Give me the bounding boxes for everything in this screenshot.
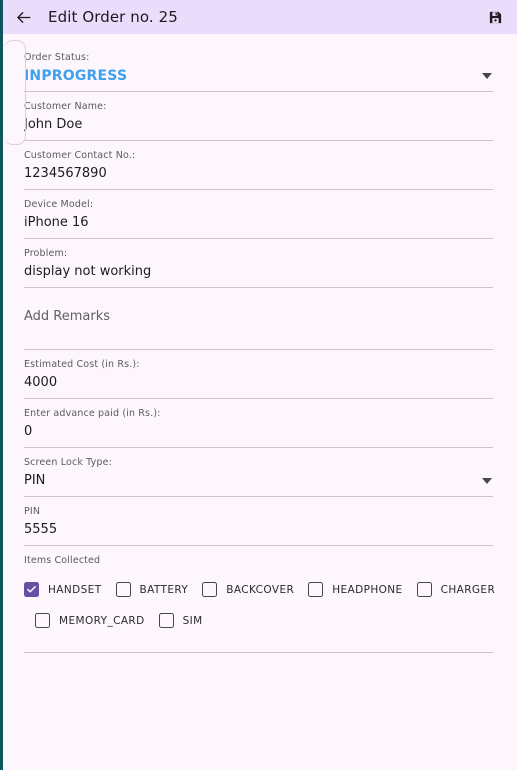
- field-label-screen-lock-type: Screen Lock Type:: [24, 457, 112, 468]
- field-customer-contact[interactable]: Customer Contact No.: 1234567890: [24, 141, 493, 190]
- checkbox-item-headphone[interactable]: HEADPHONE: [308, 582, 402, 597]
- checkbox-item-charger[interactable]: CHARGER: [416, 582, 496, 597]
- checkbox-unchecked-icon[interactable]: [35, 613, 50, 628]
- field-problem[interactable]: Problem: display not working: [24, 239, 493, 288]
- field-label-customer-name: Customer Name:: [24, 101, 107, 112]
- screen-lock-type-row[interactable]: PIN: [24, 469, 493, 496]
- items-checkbox-row-1: HANDSET BATTERY BACKCOVER HEADPHONE CHARGER: [24, 574, 496, 605]
- screen-lock-type-value[interactable]: PIN: [24, 469, 473, 496]
- device-model-row[interactable]: iPhone 16: [24, 211, 493, 238]
- screen-edge-strip: [0, 0, 3, 770]
- checkbox-checked-icon[interactable]: [24, 582, 39, 597]
- top-spacer: [0, 34, 517, 43]
- field-label-problem: Problem:: [24, 248, 68, 259]
- items-collected-section: Items Collected HANDSET BATTERY BACKCOVER H…: [24, 546, 496, 653]
- checkbox-item-battery[interactable]: BATTERY: [115, 582, 189, 597]
- checkbox-label: HEADPHONE: [332, 583, 403, 596]
- app-bar: Edit Order no. 25: [0, 0, 517, 34]
- field-label-estimated-cost: Estimated Cost (in Rs.):: [24, 359, 140, 370]
- field-screen-lock-type[interactable]: Screen Lock Type: PIN: [24, 448, 493, 497]
- checkbox-unchecked-icon[interactable]: [115, 582, 131, 597]
- field-label-advance-paid: Enter advance paid (in Rs.):: [24, 408, 161, 419]
- customer-contact-input[interactable]: 1234567890: [24, 162, 493, 189]
- checkbox-item-handset[interactable]: HANDSET: [24, 582, 102, 597]
- checkbox-unchecked-icon[interactable]: [416, 582, 432, 597]
- checkbox-item-sim[interactable]: SIM: [158, 613, 203, 628]
- checkbox-unchecked-icon[interactable]: [202, 582, 218, 597]
- advance-paid-input[interactable]: 0: [24, 420, 493, 447]
- field-order-status[interactable]: Order Status: INPROGRESS: [24, 43, 493, 92]
- chevron-down-icon[interactable]: [481, 70, 493, 82]
- field-label-order-status: Order Status:: [24, 52, 90, 63]
- pin-row[interactable]: 5555: [24, 518, 493, 545]
- arrow-left-icon: [14, 8, 33, 27]
- customer-name-input[interactable]: John Doe: [24, 113, 493, 140]
- items-checkbox-row-2: MEMORY_CARD SIM: [24, 605, 493, 636]
- save-button[interactable]: [482, 4, 508, 30]
- checkbox-label: CHARGER: [440, 583, 496, 596]
- field-remarks[interactable]: Add Remarks: [24, 288, 493, 350]
- advance-paid-row[interactable]: 0: [24, 420, 493, 447]
- checkbox-item-backcover[interactable]: BACKCOVER: [202, 582, 294, 597]
- field-device-model[interactable]: Device Model: iPhone 16: [24, 190, 493, 239]
- field-label-device-model: Device Model:: [24, 199, 94, 210]
- checkbox-label: BACKCOVER: [226, 583, 295, 596]
- device-model-input[interactable]: iPhone 16: [24, 211, 493, 238]
- checkbox-label: MEMORY_CARD: [59, 614, 145, 627]
- customer-contact-row[interactable]: 1234567890: [24, 162, 493, 189]
- checkbox-label: BATTERY: [139, 583, 189, 596]
- checkbox-label: SIM: [182, 614, 203, 627]
- problem-input[interactable]: display not working: [24, 260, 493, 287]
- page-title: Edit Order no. 25: [48, 8, 178, 26]
- estimated-cost-input[interactable]: 4000: [24, 371, 493, 398]
- chevron-down-icon[interactable]: [481, 475, 493, 487]
- checkbox-unchecked-icon[interactable]: [308, 582, 324, 597]
- problem-row[interactable]: display not working: [24, 260, 493, 287]
- field-pin[interactable]: PIN 5555: [24, 497, 493, 546]
- back-button[interactable]: [6, 0, 40, 34]
- field-estimated-cost[interactable]: Estimated Cost (in Rs.): 4000: [24, 350, 493, 399]
- field-customer-name[interactable]: Customer Name: John Doe: [24, 92, 493, 141]
- field-advance-paid[interactable]: Enter advance paid (in Rs.): 0: [24, 399, 493, 448]
- field-label-pin: PIN: [24, 506, 41, 517]
- estimated-cost-row[interactable]: 4000: [24, 371, 493, 398]
- form-container: Order Status: INPROGRESS Customer Name: …: [0, 34, 517, 770]
- remarks-input-placeholder[interactable]: Add Remarks: [24, 308, 493, 326]
- order-status-value[interactable]: INPROGRESS: [24, 64, 473, 91]
- field-label-customer-contact: Customer Contact No.:: [24, 150, 136, 161]
- items-collected-label: Items Collected: [24, 555, 101, 566]
- order-status-row[interactable]: INPROGRESS: [24, 64, 493, 91]
- pin-input[interactable]: 5555: [24, 518, 493, 545]
- save-floppy-icon: [488, 10, 503, 25]
- checkbox-item-memory_card[interactable]: MEMORY_CARD: [35, 613, 145, 628]
- customer-name-row[interactable]: John Doe: [24, 113, 493, 140]
- checkbox-label: HANDSET: [48, 583, 102, 596]
- checkbox-unchecked-icon[interactable]: [158, 613, 174, 628]
